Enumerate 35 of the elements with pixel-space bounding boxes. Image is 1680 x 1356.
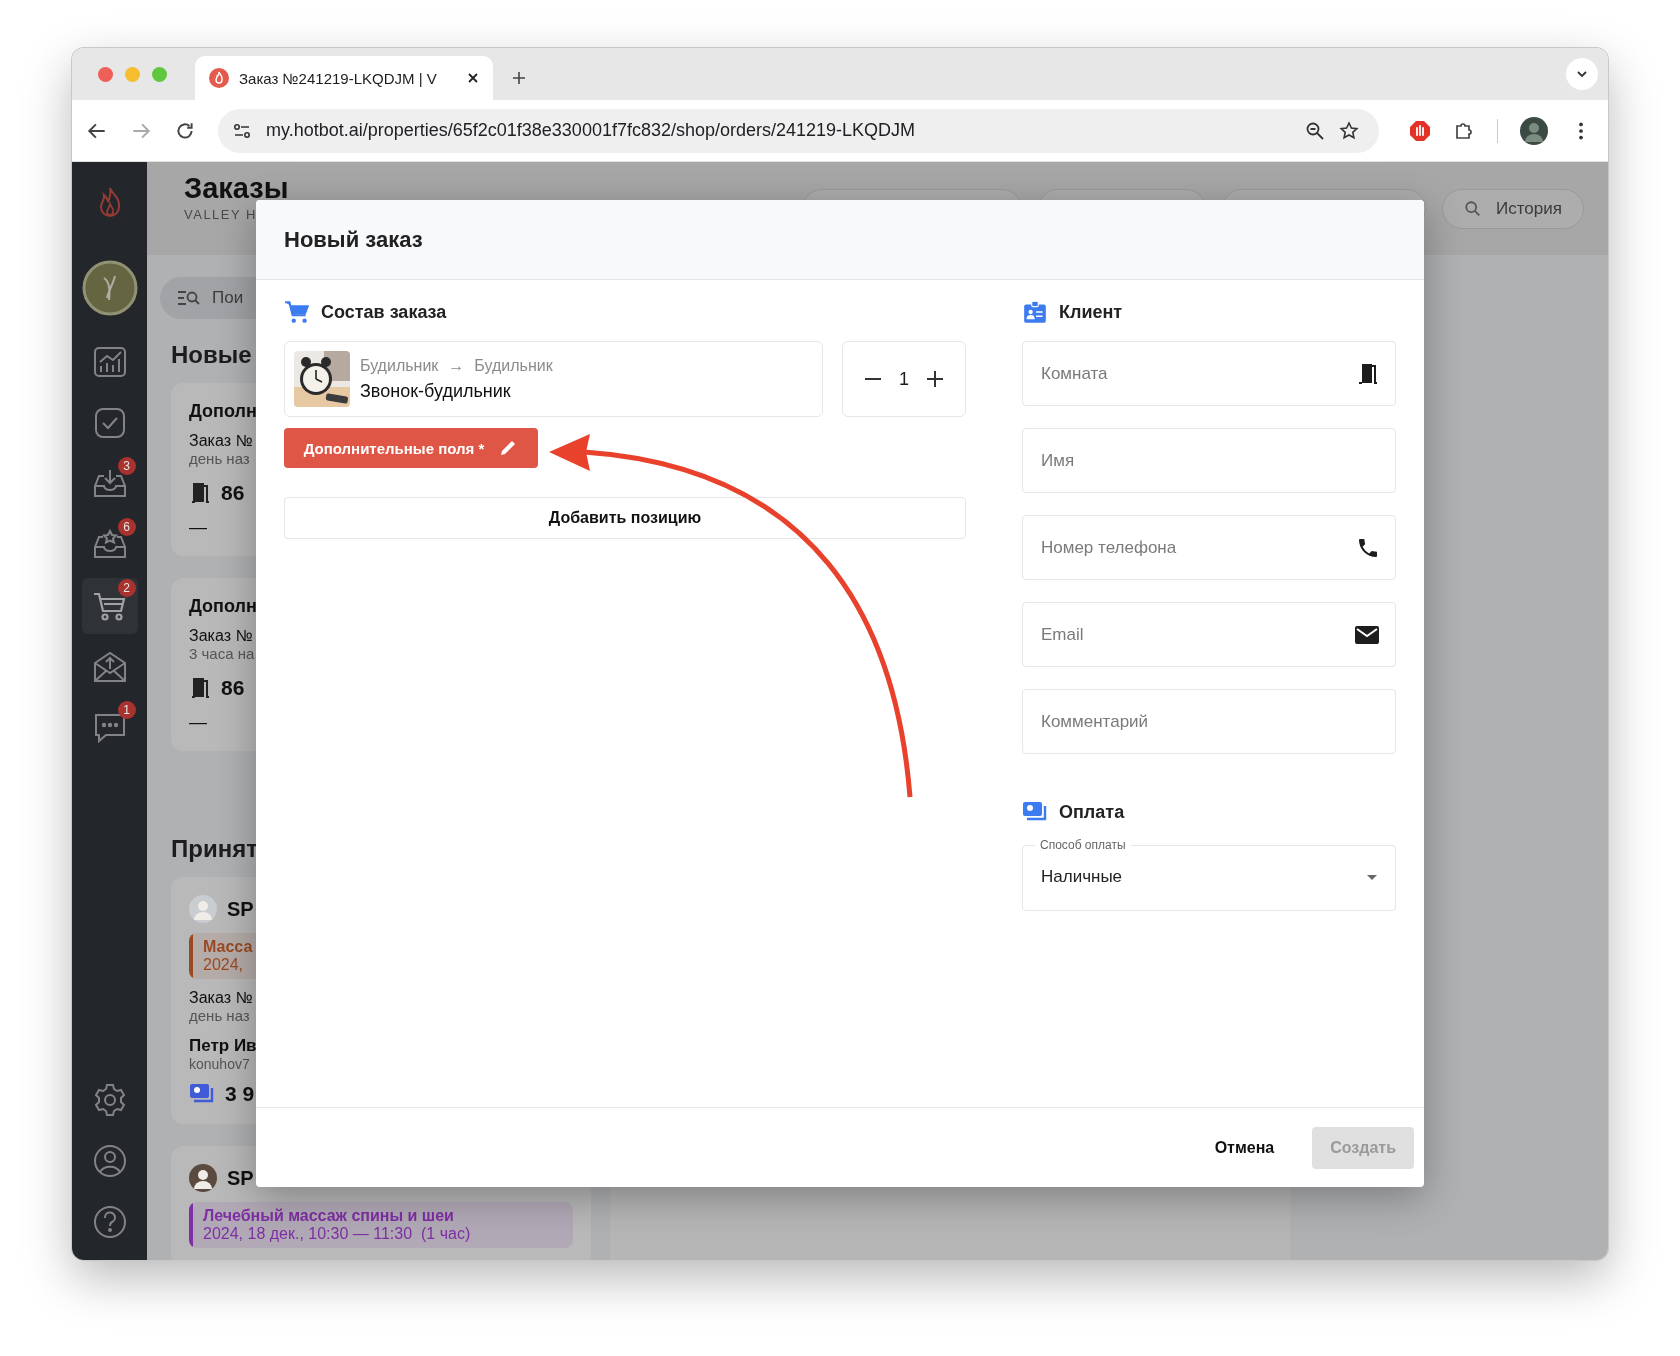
room-number: 86 bbox=[221, 676, 245, 700]
count-badge: 3 bbox=[117, 457, 136, 475]
page-title: Заказы bbox=[184, 172, 289, 205]
card-title: Дополн bbox=[189, 596, 257, 617]
provider-name: SP bbox=[227, 1166, 254, 1190]
order-time: день наз bbox=[189, 450, 250, 467]
order-price: 3 9 bbox=[225, 1082, 255, 1106]
order-time: день наз bbox=[189, 1007, 250, 1024]
order-number: Заказ № bbox=[189, 627, 253, 645]
customer-name: Петр Ив bbox=[189, 1036, 257, 1056]
order-number: Заказ № bbox=[189, 989, 253, 1007]
count-badge: 2 bbox=[117, 579, 136, 597]
order-number: Заказ № bbox=[189, 432, 253, 450]
breadcrumb-arrow: → bbox=[448, 356, 465, 375]
order-note: — bbox=[189, 517, 207, 538]
product-category: Будильник bbox=[360, 356, 439, 375]
count-badge: 6 bbox=[117, 518, 136, 536]
section-title: Оплата bbox=[1059, 801, 1125, 823]
product-name: Звонок-будильник bbox=[360, 380, 512, 402]
property-name: VALLEY H bbox=[184, 207, 258, 222]
provider-name: SP bbox=[227, 897, 254, 921]
section-title: Состав заказа bbox=[321, 301, 447, 323]
quantity-value: 1 bbox=[899, 368, 909, 390]
product-subcategory: Будильник bbox=[474, 356, 553, 375]
dialog-title: Новый заказ bbox=[284, 226, 423, 253]
customer-email: konuhov7 bbox=[189, 1056, 250, 1072]
order-note: — bbox=[189, 712, 207, 733]
card-title: Дополн bbox=[189, 401, 257, 422]
count-badge: 1 bbox=[117, 701, 136, 719]
room-number: 86 bbox=[221, 481, 245, 505]
order-time: 3 часа на bbox=[189, 645, 255, 662]
section-title: Принят bbox=[171, 835, 258, 863]
section-title: Новые bbox=[171, 341, 252, 369]
service-tag: Лечебный массаж спины и шеи 2024, 18 дек., 10:30 — 11:30 (1 час) bbox=[189, 1202, 573, 1248]
section-title: Клиент bbox=[1059, 301, 1123, 323]
